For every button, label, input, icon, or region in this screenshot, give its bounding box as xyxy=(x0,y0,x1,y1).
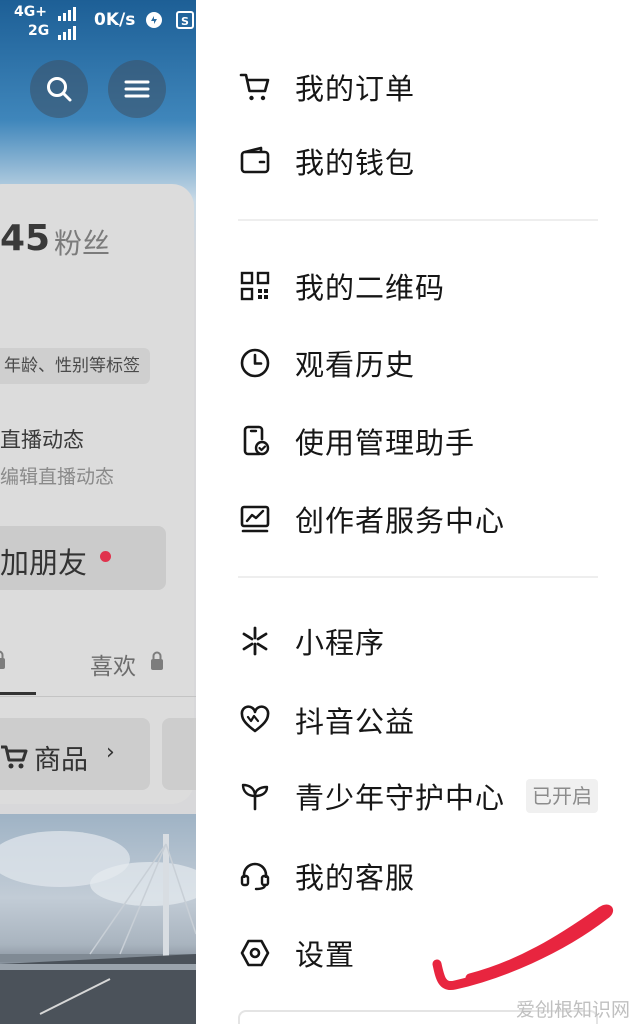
profile-background-panel: 4G+ 2G 0K/s S 45 粉丝 年龄、性别等标签 直播动态 编辑直播动态… xyxy=(0,0,196,1024)
cart-icon xyxy=(238,70,272,104)
menu-item-my-orders[interactable]: 我的订单 xyxy=(238,62,414,112)
menu-item-mini-programs[interactable]: 小程序 xyxy=(238,616,384,666)
phone-check-icon xyxy=(238,424,272,458)
menu-item-customer-service[interactable]: 我的客服 xyxy=(238,851,414,901)
sprout-icon xyxy=(238,779,272,813)
menu-label: 青少年守护中心 xyxy=(295,781,506,815)
menu-label: 观看历史 xyxy=(295,348,416,382)
heart-icon xyxy=(238,703,272,737)
menu-divider xyxy=(238,219,598,221)
asterisk-icon xyxy=(238,624,272,658)
menu-label: 创作者服务中心 xyxy=(295,504,506,538)
chevron-right-icon: › xyxy=(106,740,115,765)
watermark: 爱创根知识网 xyxy=(515,999,630,1021)
lock-icon xyxy=(151,651,163,670)
tab-divider xyxy=(0,696,196,697)
new-indicator-dot xyxy=(100,551,111,562)
menu-item-charity[interactable]: 抖音公益 xyxy=(238,695,414,745)
fans-count[interactable]: 45 xyxy=(0,218,50,259)
menu-button[interactable] xyxy=(108,60,166,118)
cart-icon xyxy=(1,745,28,769)
signal-strength-secondary-icon xyxy=(58,26,76,40)
signal-strength-icon xyxy=(58,7,76,21)
goods-label: 商品 xyxy=(34,745,88,776)
side-drawer-menu: 我的订单 我的钱包 我的二维码 观看历史 使用管理助手 创作者服务中心 小程序 … xyxy=(196,0,640,1024)
menu-label: 设置 xyxy=(295,938,356,972)
menu-item-watch-history[interactable]: 观看历史 xyxy=(238,338,414,388)
search-icon xyxy=(47,77,72,102)
network-speed: 0K/s xyxy=(94,10,136,30)
live-activity-title[interactable]: 直播动态 xyxy=(0,424,84,454)
menu-label: 小程序 xyxy=(295,626,386,660)
hamburger-icon xyxy=(124,80,150,98)
menu-label: 我的二维码 xyxy=(295,271,446,305)
sim-icon: S xyxy=(176,11,194,29)
active-tab-indicator xyxy=(0,692,36,695)
fans-label[interactable]: 粉丝 xyxy=(54,222,110,262)
menu-label: 我的客服 xyxy=(295,861,416,895)
tab-likes[interactable]: 喜欢 xyxy=(90,647,136,681)
menu-label: 我的订单 xyxy=(295,72,416,106)
status-bar: 4G+ 2G 0K/s S xyxy=(0,0,196,46)
menu-label: 使用管理助手 xyxy=(295,426,476,460)
menu-item-my-wallet[interactable]: 我的钱包 xyxy=(238,136,414,186)
menu-item-my-qrcode[interactable]: 我的二维码 xyxy=(238,261,444,311)
profile-card xyxy=(0,184,194,804)
headset-icon xyxy=(238,859,272,893)
menu-item-usage-assistant[interactable]: 使用管理助手 xyxy=(238,416,474,466)
menu-item-youth-protection[interactable]: 青少年守护中心 xyxy=(238,771,504,821)
clock-icon xyxy=(238,346,272,380)
network-type-secondary: 2G xyxy=(28,23,50,39)
lock-icon xyxy=(0,650,5,669)
menu-item-settings[interactable]: 设置 xyxy=(238,928,354,978)
youth-mode-status-badge: 已开启 xyxy=(526,779,598,813)
hexagon-settings-icon xyxy=(238,936,272,970)
svg-text:S: S xyxy=(181,15,189,28)
menu-label: 我的钱包 xyxy=(295,146,416,180)
add-friend-label: 加朋友 xyxy=(0,546,88,580)
network-type-primary: 4G+ xyxy=(14,4,47,20)
profile-tags-hint[interactable]: 年龄、性别等标签 xyxy=(0,348,150,384)
secondary-shortcut-button[interactable] xyxy=(162,718,196,790)
live-activity-subtitle[interactable]: 编辑直播动态 xyxy=(0,462,114,489)
menu-label: 抖音公益 xyxy=(295,705,416,739)
bridge-photo xyxy=(0,831,196,1024)
video-thumbnail[interactable] xyxy=(0,814,196,1024)
search-button[interactable] xyxy=(30,60,88,118)
menu-divider xyxy=(238,576,598,578)
wallet-icon xyxy=(238,144,272,178)
menu-item-creator-service-center[interactable]: 创作者服务中心 xyxy=(238,494,504,544)
monitor-chart-icon xyxy=(238,502,272,536)
qrcode-icon xyxy=(238,269,272,303)
notification-icon xyxy=(146,12,162,28)
